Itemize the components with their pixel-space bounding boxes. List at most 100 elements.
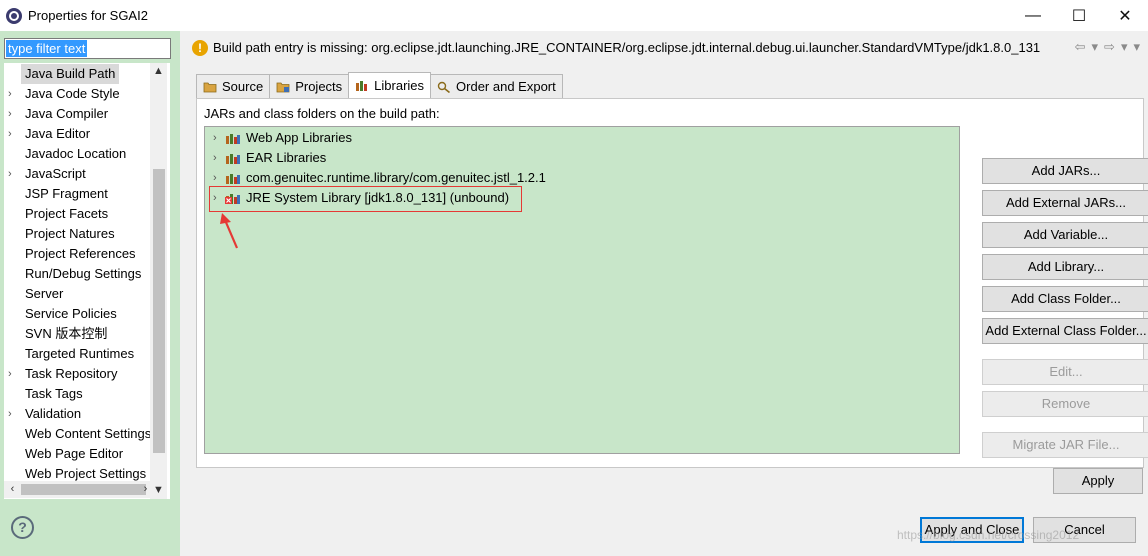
sidebar-item[interactable]: Web Page Editor xyxy=(4,444,156,464)
sidebar-item-label: Project Natures xyxy=(25,226,115,241)
property-tree: Java Build Path › Java Code Style › Java Com… xyxy=(4,63,170,499)
tab-order-and-export[interactable]: Order and Export xyxy=(430,74,563,98)
view-menu-icon[interactable]: ▾ xyxy=(1133,39,1140,55)
sidebar-item-label: Web Page Editor xyxy=(25,446,124,461)
expand-icon[interactable]: › xyxy=(8,104,20,124)
filter-input-text: type filter text xyxy=(6,40,88,57)
add-jars-button[interactable]: Add JARs... xyxy=(982,158,1148,184)
sidebar-item-label: Project References xyxy=(25,246,136,261)
library-item-label: JRE System Library [jdk1.8.0_131] (unbou… xyxy=(246,190,510,205)
expand-icon[interactable]: › xyxy=(8,84,20,104)
sidebar-item-label: Web Content Settings xyxy=(25,426,152,441)
library-icon xyxy=(226,174,240,184)
forward-icon[interactable]: ⇨ xyxy=(1104,39,1115,55)
window-title: Properties for SGAI2 xyxy=(28,8,148,23)
sidebar-item[interactable]: Web Content Settings xyxy=(4,424,156,444)
title-bar: Properties for SGAI2 — ☐ ✕ xyxy=(0,0,1148,31)
add-external-jars-button[interactable]: Add External JARs... xyxy=(982,190,1148,216)
tab-libraries[interactable]: Libraries xyxy=(348,72,432,98)
libraries-panel: JARs and class folders on the build path… xyxy=(196,98,1148,468)
expand-icon[interactable]: › xyxy=(213,148,217,168)
sidebar-item-label: Targeted Runtimes xyxy=(25,346,135,361)
project-folder-icon xyxy=(276,82,290,92)
sidebar-item-label: Task Repository xyxy=(25,366,118,381)
migrate-jar-button[interactable]: Migrate JAR File... xyxy=(982,432,1148,458)
sidebar-item[interactable]: Javadoc Location xyxy=(4,144,156,164)
horizontal-scrollbar[interactable]: ‹ › xyxy=(4,481,150,498)
add-variable-button[interactable]: Add Variable... xyxy=(982,222,1148,248)
sidebar-item[interactable]: Project References xyxy=(4,244,156,264)
sidebar-item[interactable]: Run/Debug Settings xyxy=(4,264,156,284)
sidebar-item-label: Java Code Style xyxy=(25,86,120,101)
edit-button[interactable]: Edit... xyxy=(982,359,1148,385)
vertical-scrollbar[interactable]: ▲ ▼ xyxy=(150,63,167,499)
sidebar-item[interactable]: Task Tags xyxy=(4,384,156,404)
sidebar-item[interactable]: Service Policies xyxy=(4,304,156,324)
remove-button[interactable]: Remove xyxy=(982,391,1148,417)
library-list: › Web App Libraries › EAR Libraries › com.gen… xyxy=(204,126,960,454)
back-menu-icon[interactable]: ▾ xyxy=(1092,39,1099,55)
library-icon xyxy=(356,80,368,91)
scroll-thumb[interactable] xyxy=(153,169,165,453)
sidebar-item-label: SVN 版本控制 xyxy=(25,326,108,341)
tab-label: Source xyxy=(222,79,264,94)
add-class-folder-button[interactable]: Add Class Folder... xyxy=(982,286,1148,312)
libraries-header: JARs and class folders on the build path… xyxy=(204,106,440,121)
sidebar-item-label: Task Tags xyxy=(25,386,83,401)
message-bar: ! Build path entry is missing: org.eclip… xyxy=(180,31,1148,64)
message-text: Build path entry is missing: org.eclipse… xyxy=(213,40,1041,55)
expand-icon[interactable]: › xyxy=(8,124,20,144)
sidebar-item[interactable]: › Java Code Style xyxy=(4,84,156,104)
filter-input[interactable]: type filter text xyxy=(4,38,171,59)
tab-bar: Source Projects Libraries Order and Expo… xyxy=(196,72,563,98)
library-icon xyxy=(226,154,240,164)
tab-source[interactable]: Source xyxy=(196,74,271,98)
apply-button[interactable]: Apply xyxy=(1053,468,1143,494)
sidebar-item-label: Service Policies xyxy=(25,306,117,321)
warning-icon: ! xyxy=(192,39,208,56)
sidebar-item-label: JSP Fragment xyxy=(25,186,108,201)
sidebar-item[interactable]: Project Natures xyxy=(4,224,156,244)
back-icon[interactable]: ⇦ xyxy=(1075,39,1086,55)
close-button[interactable]: ✕ xyxy=(1102,0,1148,31)
watermark: https://blog.csdn.net/crossing2012 xyxy=(897,528,1080,542)
tab-projects[interactable]: Projects xyxy=(269,74,350,98)
help-icon[interactable]: ? xyxy=(11,516,34,539)
scroll-left-icon[interactable]: ‹ xyxy=(4,481,21,498)
hscroll-thumb[interactable] xyxy=(21,484,146,495)
sidebar-item[interactable]: JSP Fragment xyxy=(4,184,156,204)
expand-icon[interactable]: › xyxy=(213,188,217,208)
library-error-icon xyxy=(225,194,240,204)
sidebar-item-label: Java Editor xyxy=(25,126,91,141)
sidebar-item[interactable]: SVN 版本控制 xyxy=(4,324,156,344)
scroll-up-icon[interactable]: ▲ xyxy=(150,63,167,80)
minimize-button[interactable]: — xyxy=(1010,0,1056,31)
sidebar-item[interactable]: › Task Repository xyxy=(4,364,156,384)
sidebar-item[interactable]: Targeted Runtimes xyxy=(4,344,156,364)
sidebar-item[interactable]: › Validation xyxy=(4,404,156,424)
library-icon xyxy=(226,134,240,144)
eclipse-icon xyxy=(6,7,22,24)
expand-icon[interactable]: › xyxy=(8,404,20,424)
sidebar-item-label: Java Build Path xyxy=(21,64,120,84)
forward-menu-icon[interactable]: ▾ xyxy=(1121,39,1128,55)
expand-icon[interactable]: › xyxy=(213,128,217,148)
sidebar-item[interactable]: › JavaScript xyxy=(4,164,156,184)
maximize-button[interactable]: ☐ xyxy=(1056,0,1102,31)
sidebar-item[interactable]: Server xyxy=(4,284,156,304)
sidebar-item[interactable]: Java Build Path xyxy=(4,64,156,84)
add-external-class-folder-button[interactable]: Add External Class Folder... xyxy=(982,318,1148,344)
sidebar-item-label: Validation xyxy=(25,406,82,421)
sidebar-item[interactable]: › Java Editor xyxy=(4,124,156,144)
sidebar-item-label: Javadoc Location xyxy=(25,146,127,161)
sidebar-item[interactable]: Project Facets xyxy=(4,204,156,224)
sidebar-item[interactable]: › Java Compiler xyxy=(4,104,156,124)
scroll-right-icon[interactable]: › xyxy=(137,481,154,498)
tab-label: Libraries xyxy=(374,78,425,93)
expand-icon[interactable]: › xyxy=(8,164,20,184)
sidebar: type filter text Java Build Path › Java Co… xyxy=(0,31,180,556)
sidebar-item-label: Server xyxy=(25,286,64,301)
expand-icon[interactable]: › xyxy=(213,168,217,188)
expand-icon[interactable]: › xyxy=(8,364,20,384)
add-library-button[interactable]: Add Library... xyxy=(982,254,1148,280)
